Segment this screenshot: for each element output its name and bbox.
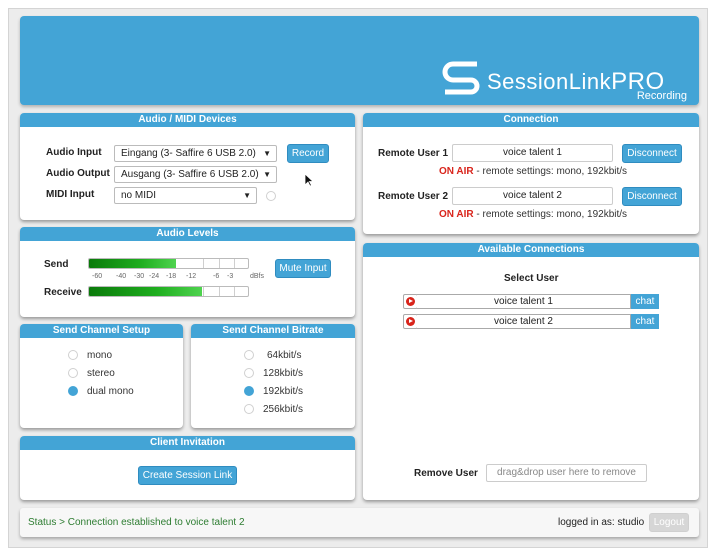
play-icon[interactable] [403,294,418,309]
logo-session: Session [487,69,569,94]
chevron-down-icon: ▼ [263,170,271,179]
disconnect-user-1-button[interactable]: Disconnect [622,144,682,163]
db-scale-label: -3 [227,273,234,280]
bitrate-radio-256[interactable] [244,404,254,414]
channel-option-label: stereo [87,368,115,379]
midi-input-label: MIDI Input [46,189,95,200]
create-session-link-button[interactable]: Create Session Link [138,466,237,485]
remote-user-1-status: ON AIR - remote settings: mono, 192kbit/… [439,166,627,177]
panel-title: Connection [363,113,699,127]
channel-radio-dual-mono[interactable] [68,386,78,396]
send-channel-bitrate-panel: Send Channel Bitrate 64kbit/s 128kbit/s … [191,324,355,428]
midi-indicator [266,191,276,201]
logo-link: Link [568,69,612,94]
audio-input-select[interactable]: Eingang (3- Saffire 6 USB 2.0) ▼ [114,145,277,162]
panel-title: Send Channel Bitrate [191,324,355,338]
panel-title: Client Invitation [20,436,355,450]
logo-s-icon [442,61,480,95]
disconnect-user-2-button[interactable]: Disconnect [622,187,682,206]
available-connections-panel: Available Connections Select User voice … [363,243,699,500]
on-air-badge: ON AIR [439,166,474,177]
on-air-badge: ON AIR [439,209,474,220]
remove-user-dropzone[interactable]: drag&drop user here to remove [486,464,647,482]
panel-title: Send Channel Setup [20,324,183,338]
remove-user-label: Remove User [414,468,478,479]
bitrate-option-label: 64kbit/s [267,350,302,361]
db-scale-label: -12 [186,273,197,280]
sessionlink-logo: SessionLinkPRO Recording [439,56,689,102]
audio-input-value: Eingang (3- Saffire 6 USB 2.0) [121,148,256,159]
bitrate-radio-64[interactable] [244,350,254,360]
bitrate-option-label: 256kbit/s [263,404,304,415]
meter-segment [203,287,205,296]
send-level-fill [89,259,177,268]
panel-title: Audio / MIDI Devices [20,113,355,127]
status-bar: Status > Connection established to voice… [20,508,699,537]
chat-button[interactable]: chat [631,314,659,329]
record-button[interactable]: Record [287,144,329,163]
audio-output-select[interactable]: Ausgang (3- Saffire 6 USB 2.0) ▼ [114,166,277,183]
available-user-row[interactable]: voice talent 1 chat [403,294,659,309]
send-channel-setup-panel: Send Channel Setup mono stereo dual mono [20,324,183,428]
midi-input-select[interactable]: no MIDI ▼ [114,187,257,204]
receive-label: Receive [44,287,82,298]
available-user-row[interactable]: voice talent 2 chat [403,314,659,329]
audio-midi-devices-panel: Audio / MIDI Devices Audio Input Eingang… [20,113,355,220]
receive-level-fill [89,287,202,296]
panel-title: Audio Levels [20,227,355,241]
available-user-name[interactable]: voice talent 2 [417,314,631,329]
chevron-down-icon: ▼ [263,149,271,158]
mouse-cursor-icon [304,173,314,187]
db-scale-label: -60 [92,273,103,280]
channel-radio-stereo[interactable] [68,368,78,378]
remote-user-2-field[interactable]: voice talent 2 [452,187,613,205]
panel-title: Available Connections [363,243,699,257]
meter-segment [233,259,235,268]
remote-user-1-label: Remote User 1 [378,148,449,159]
db-scale-label: -40 [116,273,127,280]
db-scale-label: -18 [166,273,177,280]
client-invitation-panel: Client Invitation Create Session Link [20,436,355,500]
channel-radio-mono[interactable] [68,350,78,360]
db-scale-label: dBfs [250,273,265,280]
select-user-label: Select User [504,273,559,284]
logout-button[interactable]: Logout [649,513,689,532]
chevron-down-icon: ▼ [243,191,251,200]
send-level-meter [88,258,249,269]
remote-user-2-status: ON AIR - remote settings: mono, 192kbit/… [439,209,627,220]
bitrate-option-label: 128kbit/s [263,368,304,379]
meter-segment [219,287,221,296]
receive-level-meter [88,286,249,297]
remote-user-2-label: Remote User 2 [378,191,449,202]
audio-levels-panel: Audio Levels Send -60 -40 -30 -24 -18 -12 -6 -3… [20,227,355,317]
meter-segment [233,287,235,296]
meter-segment [219,259,221,268]
mute-input-button[interactable]: Mute Input [275,259,331,278]
connection-panel: Connection Remote User 1 voice talent 1 … [363,113,699,234]
db-scale-label: -24 [149,273,160,280]
send-label: Send [44,259,69,270]
app-header: SessionLinkPRO Recording [20,16,699,105]
bitrate-radio-128[interactable] [244,368,254,378]
logged-in-text: logged in as: studio [558,517,645,528]
status-text: Status > Connection established to voice… [28,517,245,528]
midi-input-value: no MIDI [121,190,157,201]
remote-settings-text: - remote settings: mono, 192kbit/s [473,209,628,220]
audio-output-label: Audio Output [46,168,110,179]
audio-output-value: Ausgang (3- Saffire 6 USB 2.0) [121,169,259,180]
chat-button[interactable]: chat [631,294,659,309]
bitrate-radio-192[interactable] [244,386,254,396]
logo-edition: Recording [636,90,687,102]
available-user-name[interactable]: voice talent 1 [417,294,631,309]
bitrate-option-label: 192kbit/s [263,386,304,397]
remote-user-1-field[interactable]: voice talent 1 [452,144,613,162]
db-scale-label: -6 [213,273,220,280]
meter-segment [203,259,205,268]
db-scale-label: -30 [134,273,145,280]
audio-input-label: Audio Input [46,147,102,158]
play-icon[interactable] [403,314,418,329]
channel-option-label: dual mono [87,386,134,397]
channel-option-label: mono [87,350,113,361]
remote-settings-text: - remote settings: mono, 192kbit/s [473,166,628,177]
